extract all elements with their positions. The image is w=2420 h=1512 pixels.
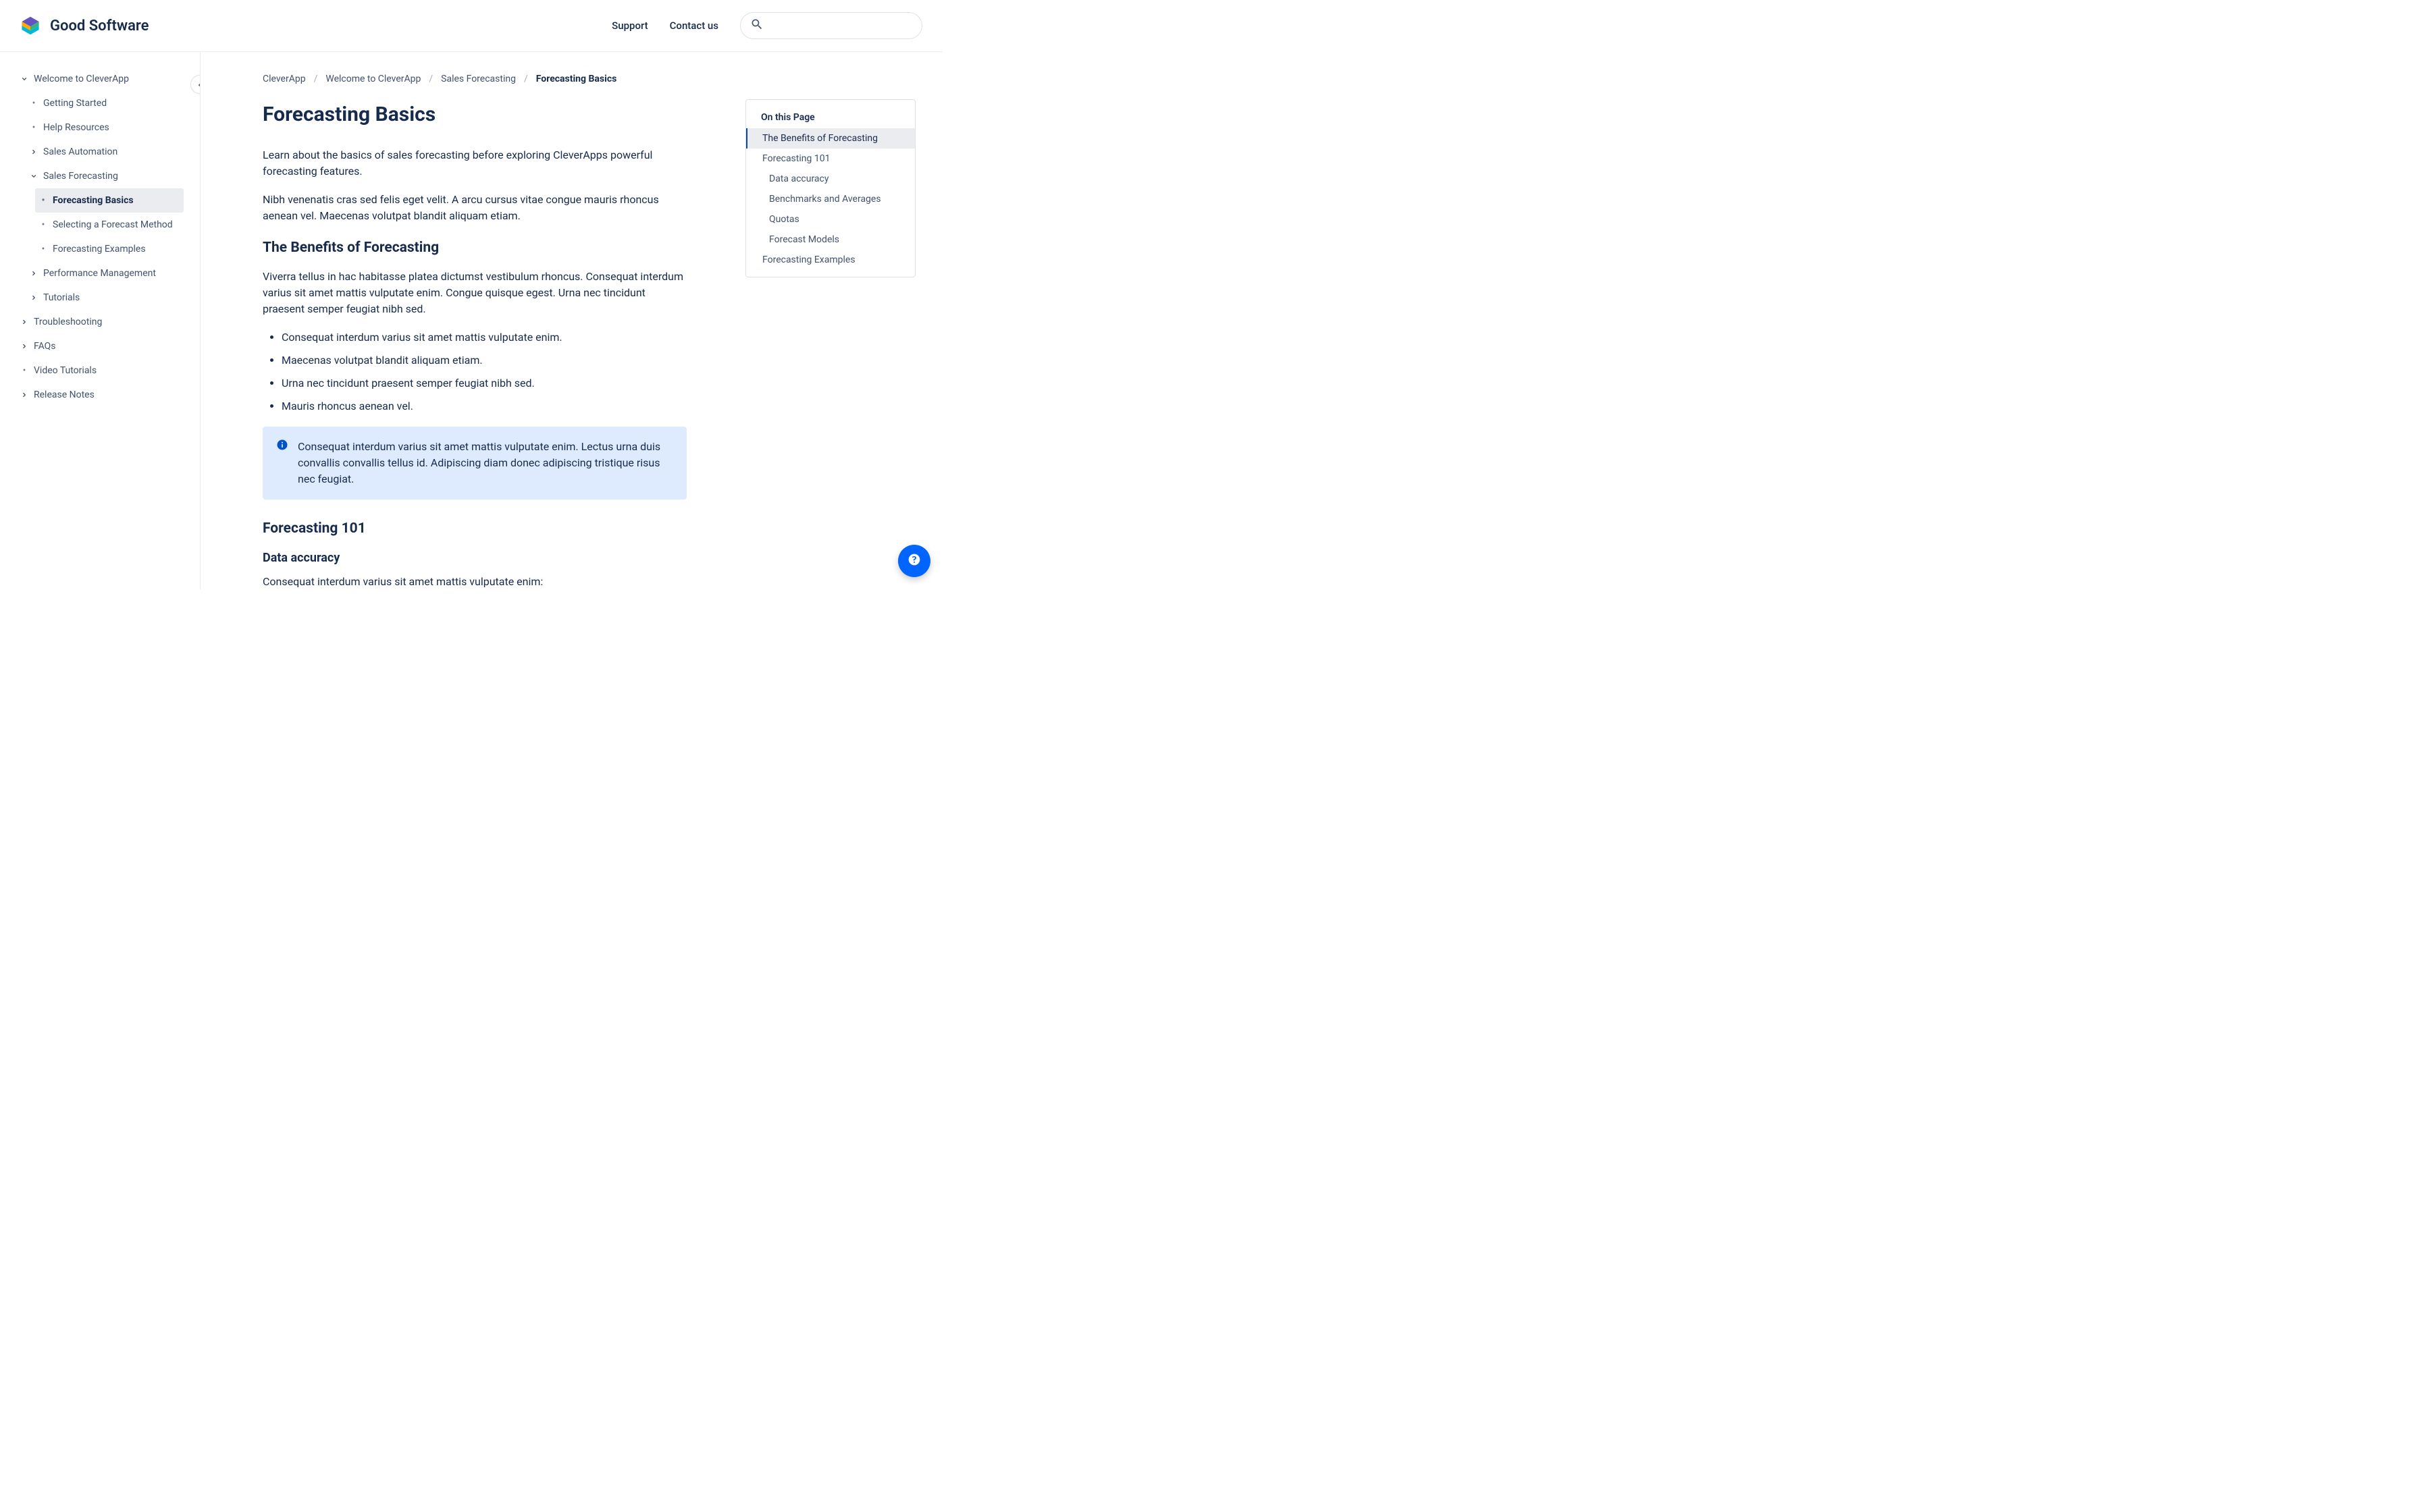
breadcrumb-separator: / [524,74,528,84]
nav-contact[interactable]: Contact us [670,20,718,32]
header: Good Software Support Contact us [0,0,943,52]
sidebar-item[interactable]: • Video Tutorials [16,358,184,383]
section-101-title: Forecasting 101 [263,518,687,540]
dot-icon: • [30,98,38,109]
sidebar-item-label: Sales Automation [43,146,178,157]
toc-title: On this Page [746,112,915,128]
sidebar-item[interactable]: Sales Automation [26,140,184,164]
brand[interactable]: Good Software [20,16,149,36]
list-item: Mauris rhoncus aenean vel. [282,398,687,414]
brand-logo-icon [20,16,41,36]
sidebar-item-label: Sales Forecasting [43,171,178,182]
breadcrumb-link[interactable]: Welcome to CleverApp [325,74,421,84]
toc-list: The Benefits of ForecastingForecasting 1… [746,128,915,270]
breadcrumb-separator: / [429,74,433,84]
dot-icon: • [30,122,38,133]
info-callout: Consequat interdum varius sit amet matti… [263,427,687,500]
sidebar-item-label: Release Notes [34,389,178,400]
intro-paragraph-1: Learn about the basics of sales forecast… [263,147,687,180]
sidebar-item-label: Getting Started [43,98,178,109]
help-fab[interactable] [898,545,930,577]
section-benefits-title: The Benefits of Forecasting [263,238,687,259]
list-item: Consequat interdum varius sit amet matti… [282,329,687,346]
sidebar-item-label: FAQs [34,341,178,352]
dot-icon: • [39,244,47,254]
benefits-bullet-list: Consequat interdum varius sit amet matti… [263,329,687,414]
top-nav: Support Contact us [612,12,922,39]
breadcrumb-link[interactable]: Sales Forecasting [441,74,516,84]
search-icon [750,18,764,34]
intro-paragraph-2: Nibh venenatis cras sed felis eget velit… [263,192,687,224]
page-title: Forecasting Basics [263,99,687,130]
question-icon [908,553,921,569]
sidebar-tree: Welcome to CleverApp • Getting Started • Hel… [20,67,180,407]
sidebar-item[interactable]: • Help Resources [26,115,184,140]
sidebar-item[interactable]: Tutorials [26,286,184,310]
toc-link[interactable]: Forecasting 101 [746,148,915,169]
sidebar-item-label: Performance Management [43,268,178,279]
dot-icon: • [39,195,47,206]
dot-icon: • [20,365,28,376]
sidebar-item-label: Selecting a Forecast Method [53,219,178,230]
sidebar-item[interactable]: Release Notes [16,383,184,407]
sidebar-item[interactable]: Welcome to CleverApp [16,67,184,91]
info-icon [276,439,288,487]
sidebar-item[interactable]: • Getting Started [26,91,184,115]
sidebar-item-label: Forecasting Examples [53,244,178,254]
sidebar-item-label: Welcome to CleverApp [34,74,178,84]
chevron-down-icon [20,76,28,82]
sidebar-item[interactable]: • Selecting a Forecast Method [35,213,184,237]
sidebar-collapse-button[interactable] [190,75,201,94]
brand-name: Good Software [50,18,149,34]
section-benefits-body: Viverra tellus in hac habitasse platea d… [263,269,687,317]
sidebar-item[interactable]: Sales Forecasting [26,164,184,188]
sidebar-item-label: Help Resources [43,122,178,133]
toc-link[interactable]: The Benefits of Forecasting [746,128,915,148]
chevron-right-icon [30,148,38,155]
sidebar-item[interactable]: • Forecasting Examples [35,237,184,261]
main-content: CleverApp / Welcome to CleverApp / Sales For… [201,52,943,589]
sidebar-item[interactable]: Troubleshooting [16,310,184,334]
sidebar-item[interactable]: FAQs [16,334,184,358]
toc-link[interactable]: Forecast Models [746,230,915,250]
toc-link[interactable]: Data accuracy [746,169,915,189]
section-101-sub1-body: Consequat interdum varius sit amet matti… [263,574,687,589]
search-box[interactable] [740,12,922,39]
toc-link[interactable]: Forecasting Examples [746,250,915,270]
breadcrumb-current: Forecasting Basics [536,74,617,84]
callout-text: Consequat interdum varius sit amet matti… [298,439,672,487]
chevron-right-icon [20,343,28,350]
toc-link[interactable]: Quotas [746,209,915,230]
chevron-right-icon [20,392,28,398]
list-item: Maecenas volutpat blandit aliquam etiam. [282,352,687,369]
toc-link[interactable]: Benchmarks and Averages [746,189,915,209]
sidebar-item-label: Video Tutorials [34,365,178,376]
breadcrumb-separator: / [314,74,318,84]
chevron-down-icon [30,173,38,180]
article-body: Forecasting Basics Learn about the basic… [263,99,687,589]
breadcrumb: CleverApp / Welcome to CleverApp / Sales For… [263,74,916,84]
chevron-right-icon [30,270,38,277]
search-input[interactable] [770,20,912,32]
sidebar-item-label: Troubleshooting [34,317,178,327]
on-this-page: On this Page The Benefits of Forecasting… [745,99,916,277]
dot-icon: • [39,219,47,230]
sidebar-item-label: Forecasting Basics [53,195,178,206]
nav-support[interactable]: Support [612,20,648,32]
section-101-sub1-title: Data accuracy [263,549,687,567]
breadcrumb-link[interactable]: CleverApp [263,74,306,84]
sidebar-item[interactable]: • Forecasting Basics [35,188,184,213]
sidebar-item-label: Tutorials [43,292,178,303]
list-item: Urna nec tincidunt praesent semper feugi… [282,375,687,392]
sidebar: Welcome to CleverApp • Getting Started • Hel… [0,52,201,589]
sidebar-item[interactable]: Performance Management [26,261,184,286]
chevron-right-icon [30,294,38,301]
chevron-right-icon [20,319,28,325]
